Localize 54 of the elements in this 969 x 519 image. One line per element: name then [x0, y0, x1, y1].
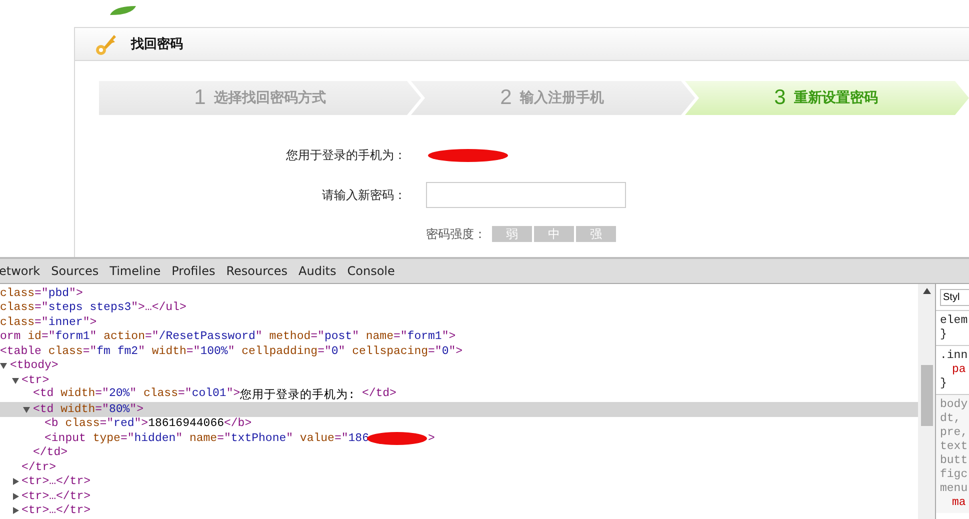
dom-line[interactable]: </td>: [0, 446, 918, 460]
dom-line[interactable]: <tbody>: [0, 358, 918, 373]
devtools-tab[interactable]: Resources: [226, 264, 288, 278]
progress-step: 3 重新设置密码: [683, 81, 969, 115]
style-line: pre,: [940, 426, 965, 440]
field-label: 您用于登录的手机为：: [286, 146, 406, 164]
dom-line[interactable]: <tr>…</tr>: [0, 474, 918, 489]
dom-line[interactable]: <td width="20%" class="col01">您用于登录的手机为: </td>: [0, 388, 918, 402]
scroll-up-icon[interactable]: [922, 288, 930, 294]
card-title: 找回密码: [131, 36, 183, 53]
devtools-tab[interactable]: Timeline: [110, 264, 161, 278]
devtools-tab[interactable]: etwork: [0, 264, 40, 278]
dom-line[interactable]: <tr>…</tr>: [0, 504, 918, 518]
dom-line[interactable]: class="pbd">: [0, 286, 918, 300]
style-line: butt: [940, 454, 965, 468]
style-line: ma: [951, 496, 965, 510]
style-line: }: [940, 328, 948, 342]
dom-line[interactable]: <b class="red">18616944066</b>: [0, 416, 918, 431]
expanded-triangle-icon[interactable]: [23, 406, 30, 413]
devtools-tab[interactable]: Sources: [51, 264, 99, 278]
dom-line[interactable]: class="inner">: [0, 315, 918, 330]
style-line: body: [940, 398, 965, 412]
strength-label: 密码强度：: [426, 226, 486, 242]
scrollbar-thumb[interactable]: [920, 365, 932, 426]
style-line: dt,: [940, 412, 962, 426]
style-line: elem: [940, 314, 965, 328]
style-line: text: [940, 440, 965, 454]
style-line: figc: [940, 468, 965, 482]
dom-line[interactable]: </tr>: [0, 460, 918, 474]
dom-line[interactable]: <tr>…</tr>: [0, 489, 918, 504]
devtools-tab[interactable]: Profiles: [172, 264, 216, 278]
style-line: pa: [951, 363, 965, 377]
progress-step: 1 选择找回密码方式: [99, 81, 421, 115]
styles-tab[interactable]: Styl: [940, 289, 969, 306]
dom-line[interactable]: <input type="hidden" name="txtPhone" value="186 >: [0, 431, 918, 446]
style-line: menu: [940, 482, 965, 496]
leaf-logo-icon: [110, 6, 136, 15]
style-line: .inn: [940, 349, 965, 363]
field-label: 请输入新密码：: [322, 186, 406, 204]
dom-line[interactable]: <tr>: [0, 373, 918, 388]
devtools-tab[interactable]: Console: [347, 264, 395, 278]
key-icon: [95, 32, 117, 56]
redaction-mark: [366, 432, 427, 445]
scrollbar[interactable]: [918, 284, 935, 519]
dom-line[interactable]: orm id="form1" action="/ResetPassword" method="post" name="form1">: [0, 330, 918, 344]
dom-line[interactable]: <table class="fm fm2" width="100%" cellpadding="0" cellspacing="0">: [0, 344, 918, 358]
strength-level: 中: [534, 226, 574, 242]
dom-line[interactable]: class="steps steps3">…</ul>: [0, 300, 918, 315]
password-field[interactable]: [426, 182, 626, 208]
devtools-tab[interactable]: Audits: [298, 264, 336, 278]
strength-level: 强: [576, 226, 616, 242]
strength-level: 弱: [492, 226, 532, 242]
progress-step: 2 输入注册手机: [409, 81, 695, 115]
style-line: }: [940, 377, 948, 391]
